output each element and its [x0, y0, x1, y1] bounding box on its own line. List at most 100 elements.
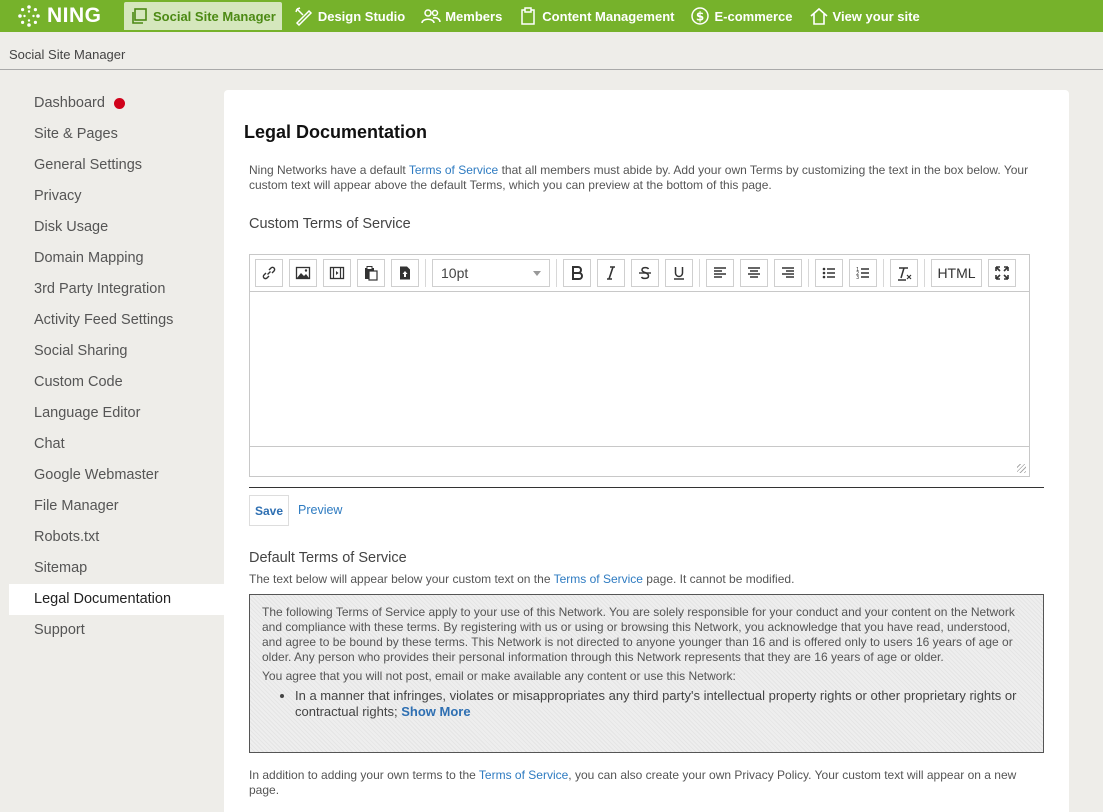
nav-content-management[interactable]: Content Management	[511, 0, 683, 32]
sidebar-item-robots-txt[interactable]: Robots.txt	[9, 522, 224, 553]
bold-button[interactable]	[563, 259, 591, 287]
intro-text: Ning Networks have a default Terms of Se…	[249, 163, 1029, 192]
tos-list: In a manner that infringes, violates or …	[295, 688, 1031, 720]
clear-format-icon	[898, 267, 912, 281]
list-item: In a manner that infringes, violates or …	[295, 688, 1031, 720]
default-terms-heading: Default Terms of Service	[249, 550, 407, 566]
sidebar-item-3rd-party-integration[interactable]: 3rd Party Integration	[9, 274, 224, 305]
save-button[interactable]: Save	[249, 495, 289, 526]
nav-design-studio[interactable]: Design Studio	[287, 0, 414, 32]
design-pencil-icon	[294, 6, 314, 26]
sidebar-item-chat[interactable]: Chat	[9, 429, 224, 460]
align-center-button[interactable]	[740, 259, 768, 287]
home-icon	[809, 6, 829, 26]
logo-text: NING	[47, 4, 102, 27]
align-left-button[interactable]	[706, 259, 734, 287]
sidebar-item-domain-mapping[interactable]: Domain Mapping	[9, 243, 224, 274]
fullscreen-icon	[995, 266, 1009, 280]
insert-link-button[interactable]	[255, 259, 283, 287]
fullscreen-button[interactable]	[988, 259, 1016, 287]
toolbar-separator	[808, 259, 809, 287]
bulleted-list-button[interactable]	[815, 259, 843, 287]
nav-label: E-commerce	[714, 8, 793, 24]
file-upload-icon	[400, 266, 410, 280]
sidebar-item-sitemap[interactable]: Sitemap	[9, 553, 224, 584]
nav-view-your-site[interactable]: View your site	[802, 0, 929, 32]
editor-content-area[interactable]	[250, 292, 1029, 447]
breadcrumb: Social Site Manager	[9, 47, 126, 62]
sidebar-item-privacy[interactable]: Privacy	[9, 181, 224, 212]
nav-label: View your site	[832, 8, 920, 24]
numbered-list-button[interactable]: 123	[849, 259, 877, 287]
nav-label: Social Site Manager	[153, 8, 276, 24]
sidebar-item-custom-code[interactable]: Custom Code	[9, 367, 224, 398]
editor-statusbar	[250, 447, 1029, 476]
bold-icon	[572, 266, 583, 280]
preview-link[interactable]: Preview	[298, 503, 342, 517]
editor-divider	[249, 487, 1044, 488]
sidebar-item-general-settings[interactable]: General Settings	[9, 150, 224, 181]
toolbar-separator	[425, 259, 426, 287]
show-more-link[interactable]: Show More	[401, 704, 470, 719]
sidebar-item-language-editor[interactable]: Language Editor	[9, 398, 224, 429]
align-right-button[interactable]	[774, 259, 802, 287]
image-icon	[295, 266, 311, 280]
nav-label: Members	[445, 8, 503, 24]
italic-button[interactable]	[597, 259, 625, 287]
copy-window-icon	[129, 6, 149, 26]
nav-social-site-manager[interactable]: Social Site Manager	[124, 2, 282, 30]
tos-paragraph: You agree that you will not post, email …	[262, 669, 736, 683]
bullet-list-icon	[822, 267, 835, 279]
sidebar-item-dashboard[interactable]: Dashboard	[9, 88, 224, 119]
chevron-down-icon	[533, 270, 541, 276]
svg-text:3: 3	[856, 275, 859, 281]
toolbar-separator	[924, 259, 925, 287]
sidebar-item-site-pages[interactable]: Site & Pages	[9, 119, 224, 150]
nav-members[interactable]: Members	[414, 0, 511, 32]
members-icon	[421, 6, 441, 26]
svg-text:$: $	[696, 10, 704, 24]
paste-icon	[365, 266, 378, 281]
insert-video-button[interactable]	[323, 259, 351, 287]
sidebar-item-social-sharing[interactable]: Social Sharing	[9, 336, 224, 367]
strikethrough-button[interactable]	[631, 259, 659, 287]
sidebar-item-legal-documentation[interactable]: Legal Documentation	[9, 584, 224, 615]
insert-image-button[interactable]	[289, 259, 317, 287]
terms-of-service-link[interactable]: Terms of Service	[479, 768, 568, 782]
footer-note: In addition to adding your own terms to …	[249, 768, 1017, 797]
html-source-button[interactable]: HTML	[931, 259, 982, 287]
strikethrough-icon	[639, 266, 651, 280]
sidebar-item-google-webmaster[interactable]: Google Webmaster	[9, 460, 224, 491]
underline-icon	[674, 267, 684, 280]
dollar-icon: $	[690, 6, 710, 26]
numbered-list-icon: 123	[856, 267, 869, 281]
resize-handle[interactable]	[1017, 464, 1026, 473]
page-title: Legal Documentation	[244, 122, 428, 142]
sidebar-item-disk-usage[interactable]: Disk Usage	[9, 212, 224, 243]
align-left-icon	[714, 267, 726, 278]
font-size-select[interactable]: 10pt	[432, 259, 550, 287]
align-center-icon	[748, 267, 760, 278]
clear-formatting-button[interactable]	[890, 259, 918, 287]
editor-toolbar: 10pt 1 2 3 HTML	[250, 255, 1029, 292]
main-panel: Legal Documentation Ning Networks have a…	[224, 90, 1069, 812]
nav-e-commerce[interactable]: $ E-commerce	[683, 0, 801, 32]
sidebar-item-file-manager[interactable]: File Manager	[9, 491, 224, 522]
terms-of-service-link[interactable]: Terms of Service	[409, 163, 498, 177]
terms-of-service-link[interactable]: Terms of Service	[554, 572, 643, 586]
default-terms-box: The following Terms of Service apply to …	[249, 594, 1044, 753]
ning-logo[interactable]: NING	[0, 0, 120, 32]
upload-file-button[interactable]	[391, 259, 419, 287]
rich-text-editor: 10pt 1 2 3 HTML	[249, 254, 1030, 477]
sidebar-item-activity-feed-settings[interactable]: Activity Feed Settings	[9, 305, 224, 336]
underline-button[interactable]	[665, 259, 693, 287]
tos-paragraph: The following Terms of Service apply to …	[262, 605, 1015, 664]
toolbar-separator	[883, 259, 884, 287]
paste-button[interactable]	[357, 259, 385, 287]
sidebar-item-support[interactable]: Support	[9, 615, 224, 646]
toolbar-separator	[699, 259, 700, 287]
nav-label: Design Studio	[317, 8, 406, 24]
ning-logo-icon	[16, 3, 42, 29]
top-nav: NING Social Site Manager Design Studio M…	[0, 0, 1103, 32]
link-icon	[262, 266, 276, 280]
